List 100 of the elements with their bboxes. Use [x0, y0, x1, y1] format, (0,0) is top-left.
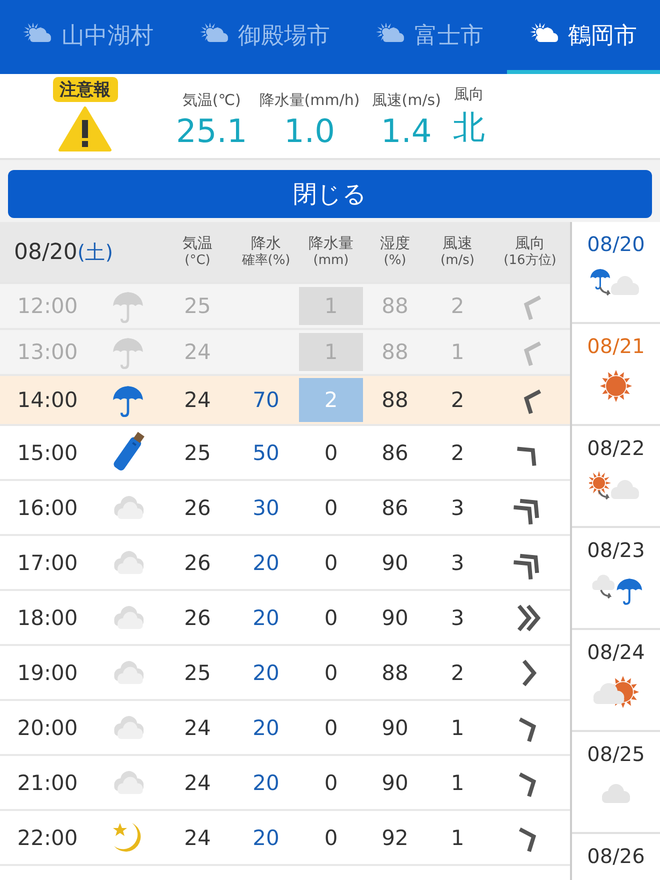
column-header: 湿度 [380, 234, 410, 254]
day-date[interactable]: 08/23 [587, 538, 645, 562]
warning-icon [58, 106, 112, 152]
table-cell-text: 26 [183, 496, 212, 520]
reading-label: 風速(m/s) [372, 91, 441, 110]
table-cell: 0 [324, 440, 338, 464]
date-label: 08/20 [14, 240, 78, 264]
reading-label: 気温(℃) [182, 91, 241, 110]
table-cell-text: 1 [450, 340, 466, 364]
table-cell-text: 90 [380, 606, 410, 630]
table-cell-text: 3 [450, 496, 466, 520]
table-cell-text: 13:00 [16, 340, 79, 364]
table-cell-text: 88 [380, 388, 410, 412]
table-cell-text: 86 [380, 496, 410, 520]
reading-value: 北 [452, 107, 485, 148]
table-cell-text: 2 [450, 440, 466, 464]
table-cell-text: 15:00 [16, 440, 79, 464]
column-unit: (16方位) [504, 253, 556, 270]
column-header: 降水量 [308, 234, 354, 254]
column-unit: (mm) [313, 253, 349, 270]
column-header: 風速 [442, 234, 472, 254]
column-unit: (%) [384, 253, 406, 270]
table-cell-text: 14:00 [16, 388, 79, 412]
table-cell: 0 [324, 770, 338, 794]
table-cell-text: 88 [380, 660, 410, 684]
day-date[interactable]: 08/22 [587, 436, 645, 460]
table-cell-text: 25 [183, 660, 212, 684]
tab[interactable]: 山中湖村 [0, 0, 176, 74]
table-cell-text: 25 [183, 440, 212, 464]
table-cell-text: 22:00 [16, 826, 79, 850]
table-cell-text: 20 [252, 716, 280, 740]
reading-label: 降水量(mm/h) [259, 91, 360, 110]
table-cell-text: 19:00 [16, 660, 79, 684]
table-cell-text: 50 [252, 440, 280, 464]
sun-icon [599, 369, 633, 403]
table-cell-text: 24 [183, 826, 212, 850]
day-date[interactable]: 08/21 [587, 334, 645, 358]
column-unit: (m/s) [440, 253, 474, 270]
table-cell-text: 2 [450, 388, 466, 412]
table-cell-text: 24 [183, 716, 212, 740]
table-cell: 0 [324, 606, 338, 630]
table-cell-text: 21:00 [16, 770, 79, 794]
table-cell-text: 16:00 [16, 496, 79, 520]
weekday-label: (土) [77, 238, 114, 266]
tab[interactable]: 富士市 [353, 0, 506, 74]
table-cell: 0 [324, 660, 338, 684]
table-cell-text: 2 [450, 294, 466, 318]
umbrella-icon [110, 335, 144, 369]
column-unit: (°C) [184, 253, 210, 270]
table-cell-text: 1 [450, 826, 466, 850]
table-cell-text: 88 [380, 340, 410, 364]
warning-badge: 注意報 [52, 77, 118, 102]
table-cell-text: 20 [252, 660, 280, 684]
table-cell-text: 17:00 [16, 550, 79, 574]
table-cell-text: 3 [450, 606, 466, 630]
table-cell-text: 20 [252, 550, 280, 574]
table-cell: 0 [324, 826, 338, 850]
tab[interactable]: 御殿場市 [176, 0, 353, 74]
day-date[interactable]: 08/24 [587, 640, 645, 664]
table-cell: 0 [324, 716, 338, 740]
reading-label: 風向 [454, 85, 484, 104]
precipitation-amount-box: 2 [299, 378, 363, 422]
table-cell-text: 26 [183, 606, 212, 630]
table-cell-text: 20 [252, 826, 280, 850]
table-cell-text: 20:00 [16, 716, 79, 740]
umbrella-icon [110, 383, 144, 417]
day-date[interactable]: 08/20 [587, 232, 645, 256]
table-cell-text: 12:00 [16, 294, 79, 318]
table-cell-text: 24 [183, 340, 212, 364]
column-header: 降水 [251, 234, 281, 253]
table-cell-text: 20 [252, 606, 280, 630]
table-cell: 0 [324, 550, 338, 574]
table-cell-text: 24 [183, 770, 212, 794]
table-cell-text: 90 [380, 770, 410, 794]
reading-value: 1.0 [284, 112, 335, 150]
tab[interactable]: 鶴岡市 [506, 0, 660, 74]
table-cell-text: 90 [380, 716, 410, 740]
table-cell-text: 24 [183, 388, 212, 412]
table-cell-text: 18:00 [16, 606, 79, 630]
day-date[interactable]: 08/25 [587, 742, 645, 766]
close-button[interactable]: 閉じる [8, 170, 652, 218]
column-unit: 確率(%) [242, 253, 290, 270]
table-cell-text: 70 [252, 388, 280, 412]
table-cell-text: 26 [183, 550, 212, 574]
table-cell-text: 2 [450, 660, 466, 684]
reading-value: 25.1 [176, 112, 248, 150]
table-cell-text: 90 [380, 550, 410, 574]
table-cell-text: 88 [380, 294, 410, 318]
table-cell-text: 86 [380, 440, 410, 464]
column-header: 風向 [515, 234, 545, 253]
table-cell-text: 20 [252, 770, 280, 794]
column-header: 気温 [182, 234, 212, 254]
table-cell-text: 1 [450, 716, 466, 740]
table-cell-text: 30 [252, 496, 280, 520]
day-date[interactable]: 08/26 [587, 844, 645, 868]
umbrella-icon [110, 289, 144, 323]
table-cell-text: 92 [380, 826, 410, 850]
table-cell-text: 1 [450, 770, 466, 794]
table-cell-text: 25 [183, 294, 212, 318]
reading-value: 1.4 [380, 112, 432, 150]
